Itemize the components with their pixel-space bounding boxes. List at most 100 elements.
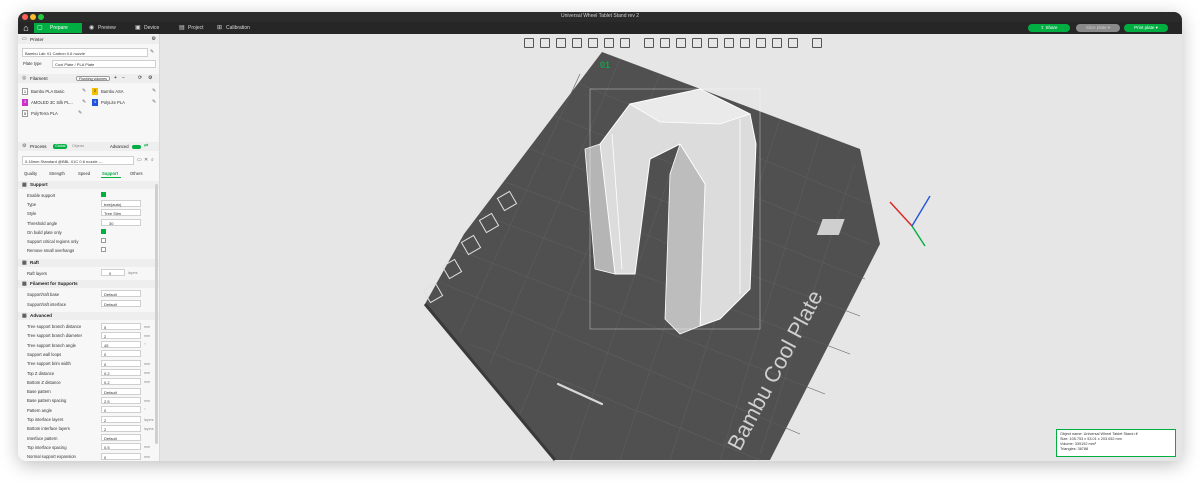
support-section-header: ▦ Support — [18, 181, 159, 189]
advanced-setting-unit: mm — [144, 445, 150, 450]
active-tab-indicator — [101, 177, 121, 178]
sync-icon[interactable]: ⟳ — [138, 74, 142, 83]
chevron-down-icon: ▾ — [1154, 25, 1158, 30]
title-bar: Universal Wheel Tablet Stand rev 2 — [18, 12, 1182, 22]
remove-icon[interactable]: − — [122, 74, 125, 83]
chevron-down-icon: ▾ — [1106, 25, 1111, 30]
critical-regions-checkbox[interactable] — [101, 238, 106, 243]
filament-item[interactable]: 1 Bambu PLA Basic ✎ — [22, 88, 88, 96]
advanced-setting-input[interactable]: 0.2 — [101, 369, 141, 376]
advanced-setting-input[interactable]: 45 — [101, 341, 141, 349]
home-icon[interactable]: ⌂ — [21, 23, 31, 33]
filament-item[interactable]: 2 Bambu ASA ✎ — [92, 88, 158, 96]
support-style-select[interactable]: Tree Slim — [101, 209, 141, 216]
share-button[interactable]: ⇪ Share — [1028, 24, 1070, 32]
filament-color-swatch: 5 — [22, 110, 28, 117]
advanced-section-header: ▦ Advanced — [18, 312, 159, 320]
3d-viewport[interactable]: 01 Bambu Cool Plate Object name: Univers… — [160, 34, 1182, 461]
print-plate-button[interactable]: Print plate ▾ — [1124, 24, 1168, 32]
advanced-setting-label: Top Z distance — [27, 370, 55, 376]
slice-plate-button[interactable]: Slice plate ▾ — [1076, 24, 1120, 32]
tab-support[interactable]: Support — [102, 171, 118, 176]
objects-toggle[interactable]: Objects — [70, 144, 86, 149]
support-style-label: Style — [27, 211, 37, 216]
advanced-setting-input[interactable]: 0 — [101, 350, 141, 358]
threshold-angle-input[interactable]: 30 — [101, 219, 141, 226]
filament-item[interactable]: 3 AMOLED 3C Silk PL... ✎ — [22, 99, 88, 107]
settings-icon[interactable]: ⚙ — [152, 35, 156, 44]
edit-icon[interactable]: ✎ — [82, 99, 86, 105]
flushing-volumes-button[interactable]: Flushing volumes — [76, 76, 110, 81]
filament-supports-section-header: ▦ Filament for Supports — [18, 280, 159, 288]
advanced-icon: ▦ — [22, 313, 27, 319]
advanced-setting-input[interactable]: 0.5 — [101, 443, 141, 451]
sidebar-scrollbar[interactable] — [155, 184, 158, 444]
advanced-setting-input[interactable]: 0 — [101, 452, 141, 460]
tab-prepare[interactable]: ▢ Prepare — [34, 23, 82, 33]
filament-item[interactable]: 4 PolyLite PLA ✎ — [92, 99, 158, 107]
advanced-setting-input[interactable]: Default — [101, 434, 141, 442]
add-icon[interactable]: + — [114, 74, 117, 83]
filament-color-swatch: 2 — [92, 88, 98, 95]
search-icon[interactable]: ⌕ — [151, 157, 154, 163]
edit-icon[interactable]: ✎ — [152, 99, 156, 105]
support-type-label: Type — [27, 202, 37, 207]
advanced-setting-input[interactable]: 2.5 — [101, 396, 141, 404]
plate-type-label: Plate type — [23, 61, 42, 66]
remove-small-overhangs-checkbox[interactable] — [101, 247, 106, 252]
raft-section-header: ▦ Raft — [18, 259, 159, 267]
raft-layers-input[interactable]: 0 — [101, 269, 125, 276]
advanced-setting-label: Base pattern spacing — [27, 398, 67, 404]
support-interface-select[interactable]: Default — [101, 300, 141, 307]
process-preset-select[interactable]: 0.18mm Standard @BBL X1C 0.6 nozzle -... — [22, 156, 134, 165]
advanced-setting-input[interactable]: 0 — [101, 359, 141, 367]
advanced-setting-input[interactable]: 2 — [101, 424, 141, 432]
settings-icon[interactable]: ⚙ — [148, 74, 152, 83]
tab-speed[interactable]: Speed — [78, 171, 90, 176]
advanced-setting-unit: mm — [144, 380, 150, 385]
advanced-toggle[interactable] — [132, 144, 141, 149]
enable-support-checkbox[interactable] — [101, 192, 106, 197]
advanced-setting-label: Pattern angle — [27, 407, 52, 413]
printer-select[interactable]: Bambu Lab X1 Carbon 0.6 nozzle — [22, 48, 148, 57]
support-type-select[interactable]: tree(auto) — [101, 200, 141, 207]
build-scene: 01 Bambu Cool Plate — [422, 52, 931, 461]
tab-quality[interactable]: Quality — [24, 171, 37, 176]
advanced-setting-label: Top interface layers — [27, 417, 64, 422]
global-toggle[interactable]: Global — [53, 144, 68, 149]
advanced-setting-unit: layers — [144, 426, 154, 431]
advanced-setting-input[interactable]: 5 — [101, 322, 141, 330]
advanced-setting-label: Tree support branch angle — [27, 342, 76, 348]
support-interface-label: Support/raft interface — [27, 302, 67, 307]
advanced-setting-unit: mm — [144, 371, 150, 375]
support-base-select[interactable]: Default — [101, 290, 141, 297]
edit-icon[interactable]: ✎ — [78, 110, 82, 116]
advanced-setting-input[interactable]: Default — [101, 387, 141, 395]
advanced-setting-input[interactable]: 2 — [101, 415, 141, 423]
plate-type-select[interactable]: Cool Plate / PLA Plate — [52, 60, 156, 68]
close-icon[interactable]: ✕ — [144, 157, 148, 163]
on-build-plate-checkbox[interactable] — [101, 229, 106, 234]
advanced-setting-input[interactable]: 0.2 — [101, 378, 141, 386]
advanced-setting-unit: mm — [144, 324, 150, 329]
save-icon[interactable]: ▭ — [137, 157, 142, 163]
printer-section-header: ▭ Printer ⚙ — [18, 35, 159, 44]
edit-icon[interactable]: ✎ — [82, 88, 86, 94]
device-icon: ▣ — [135, 25, 141, 31]
advanced-setting-unit: mm — [144, 454, 150, 459]
advanced-setting-input[interactable]: 0 — [101, 406, 141, 414]
tab-preview[interactable]: ◉ Preview — [86, 23, 128, 33]
tab-calibration[interactable]: ⊞ Calibration — [214, 23, 264, 33]
advanced-setting-unit: mm — [144, 333, 150, 338]
raft-icon: ▦ — [22, 260, 27, 266]
filament-color-swatch: 3 — [22, 99, 28, 106]
filament-item[interactable]: 5 PolyTerra PLA ✎ — [22, 110, 88, 118]
edit-icon[interactable]: ✎ — [150, 49, 154, 55]
tab-device[interactable]: ▣ Device — [132, 23, 174, 33]
advanced-setting-input[interactable]: 2 — [101, 331, 141, 339]
edit-icon[interactable]: ✎ — [152, 88, 156, 94]
tab-others[interactable]: Others — [130, 171, 143, 176]
tab-strength[interactable]: Strength — [49, 171, 65, 176]
tab-project[interactable]: ▤ Project — [176, 23, 218, 33]
compare-icon[interactable]: ⇄ — [144, 142, 148, 151]
